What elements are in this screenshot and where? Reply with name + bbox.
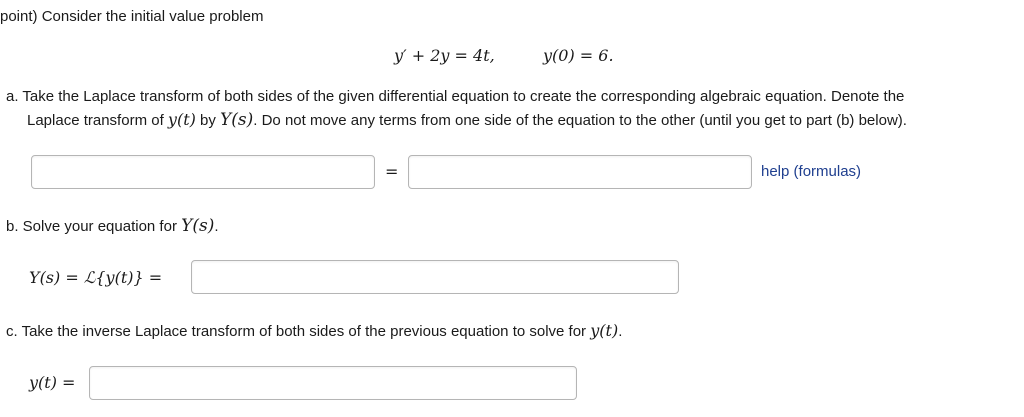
part-b-text-post: . bbox=[214, 218, 219, 235]
part-b-text-pre: b. Solve your equation for bbox=[6, 218, 182, 235]
part-a-line2-pre: Laplace transform of bbox=[27, 112, 168, 129]
part-a-left-input[interactable] bbox=[31, 155, 375, 189]
part-c-label: y(t) = bbox=[29, 373, 76, 392]
part-b-input[interactable] bbox=[191, 260, 679, 294]
part-a-line2-by: by bbox=[195, 112, 221, 129]
part-b-Ys-math: Y(s) bbox=[181, 216, 215, 236]
part-c-text-post: . bbox=[618, 323, 623, 340]
part-a-right-input[interactable] bbox=[408, 155, 752, 189]
ode-initial-condition: y(0) = 6. bbox=[543, 46, 614, 65]
part-c-text-pre: c. Take the inverse Laplace transform of… bbox=[6, 323, 591, 340]
part-c-text: c. Take the inverse Laplace transform of… bbox=[6, 321, 622, 340]
problem-intro: point) Consider the initial value proble… bbox=[0, 8, 264, 25]
part-c-input[interactable] bbox=[89, 366, 577, 400]
ode-equation: y′ + 2y = 4t, bbox=[394, 46, 495, 65]
part-a-text-line1: a. Take the Laplace transform of both si… bbox=[6, 88, 905, 105]
part-a-line2-post: . Do not move any terms from one side of… bbox=[253, 112, 907, 129]
part-a-text-line2: Laplace transform of y(t) by Y(s). Do no… bbox=[27, 110, 907, 130]
part-a-equals-sign: = bbox=[385, 162, 399, 181]
part-a-yt-math: y(t) bbox=[167, 110, 196, 129]
help-formulas-link[interactable]: help (formulas) bbox=[761, 163, 861, 180]
part-c-yt-math: y(t) bbox=[590, 321, 619, 340]
part-b-text: b. Solve your equation for Y(s). bbox=[6, 216, 219, 236]
part-b-label: Y(s) = ℒ{y(t)} = bbox=[29, 268, 163, 287]
part-a-Ys-math: Y(s) bbox=[220, 110, 254, 130]
